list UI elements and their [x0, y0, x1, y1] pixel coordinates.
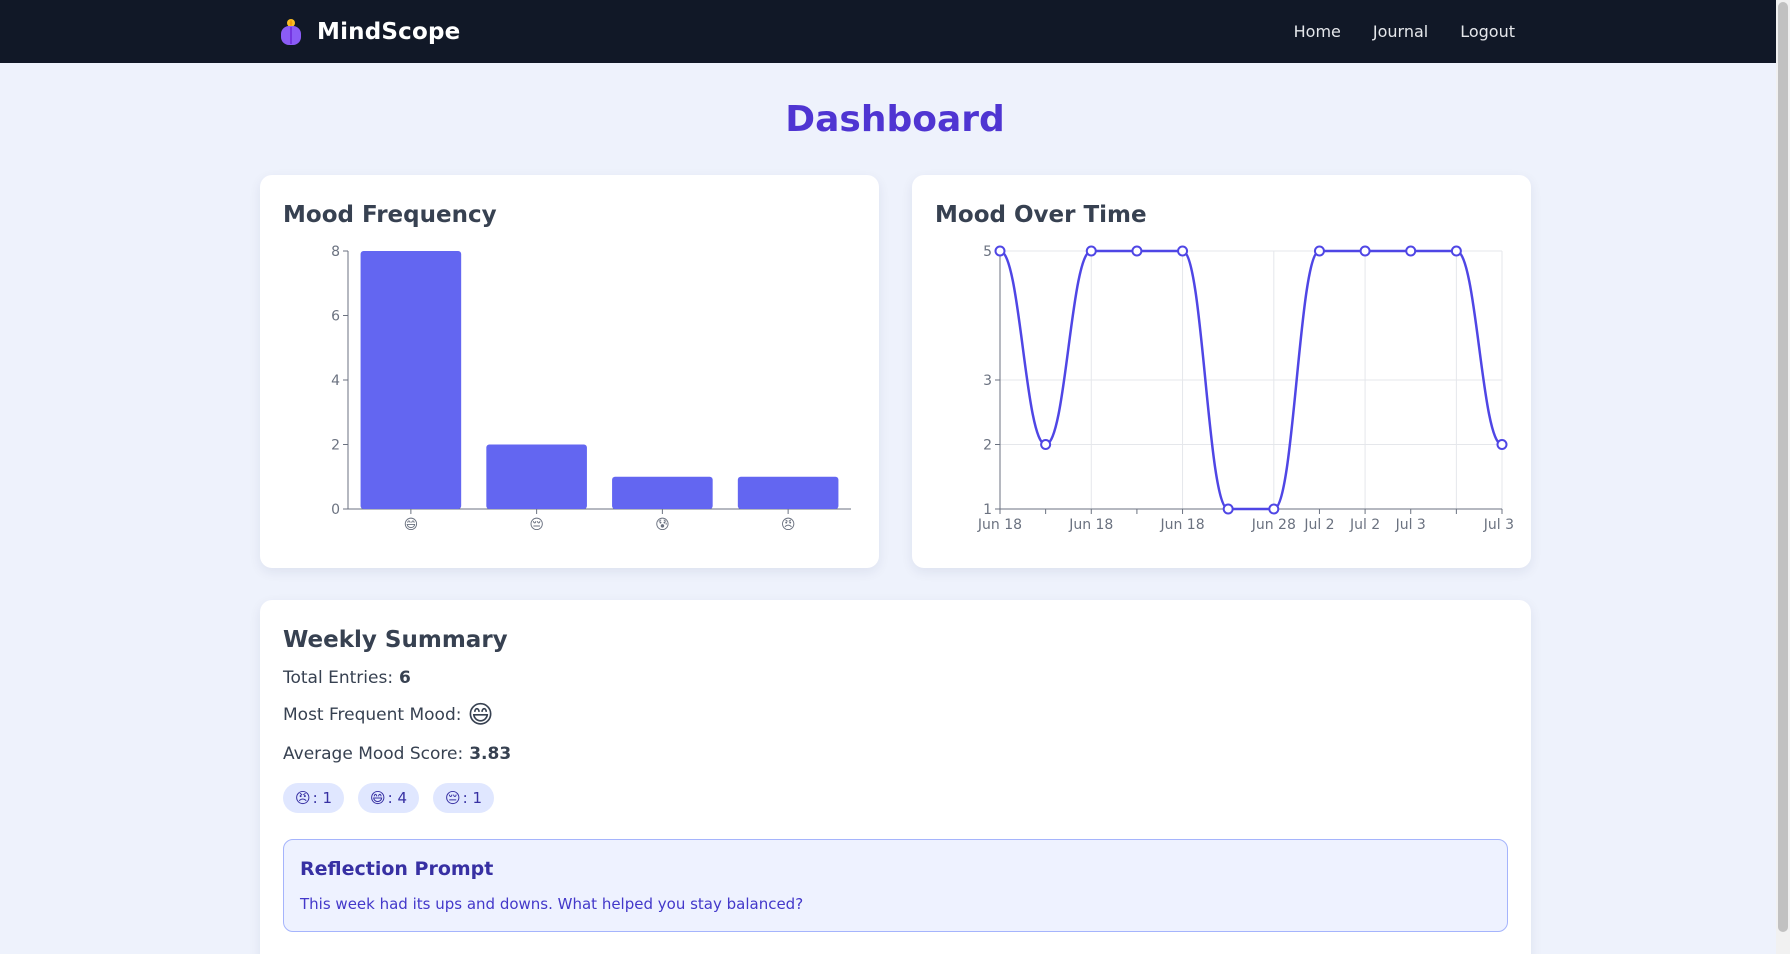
- mood-chip: 😠 : 1: [283, 783, 345, 813]
- data-point: [994, 245, 1006, 257]
- y-tick-label: 8: [331, 244, 340, 260]
- y-tick-label: 5: [983, 244, 992, 260]
- total-entries-value: 6: [399, 668, 411, 688]
- scrollbar[interactable]: [1776, 0, 1790, 954]
- data-point: [1131, 245, 1143, 257]
- brand-name: MindScope: [317, 18, 461, 45]
- reflection-prompt-text: This week had its ups and downs. What he…: [300, 895, 804, 913]
- mood-over-time-chart: 1 2 3 5 Jun 18 Jun 18 Jun 18 Jun 28 Jul 2 Jul 2 Ju…: [977, 244, 1514, 533]
- x-tick-label: Jun 18: [977, 517, 1022, 533]
- data-point: [1040, 439, 1052, 450]
- page-title: Dashboard: [785, 99, 1005, 140]
- x-tick-label: 😰: [655, 517, 670, 533]
- data-point: [1177, 245, 1189, 257]
- bar: [486, 444, 587, 509]
- mood-chip-emoji: 😄: [370, 789, 386, 807]
- y-tick-label: 1: [983, 502, 992, 518]
- most-frequent-mood-emoji: 😄: [467, 700, 494, 729]
- x-tick-label: Jul 2: [1349, 517, 1380, 533]
- y-tick-label: 2: [331, 438, 340, 454]
- x-tick-label: Jun 18: [1068, 517, 1113, 533]
- mood-frequency-card: Mood Frequency 0 2 4 6 8 😄 😔 😰 😠: [260, 175, 879, 568]
- mood-chip-count: : 4: [387, 789, 408, 807]
- weekly-summary-title: Weekly Summary: [283, 627, 508, 653]
- mood-chip-emoji: 😔: [445, 789, 461, 807]
- mood-chip-count: : 1: [312, 789, 333, 807]
- data-point: [1313, 245, 1325, 257]
- scrollbar-thumb[interactable]: [1778, 2, 1788, 932]
- y-tick-label: 2: [983, 438, 992, 454]
- mood-count-chips: 😠 : 1 😄 : 4 😔 : 1: [283, 783, 495, 813]
- average-mood-label: Average Mood Score:: [283, 744, 464, 764]
- data-point: [1085, 245, 1097, 257]
- data-point: [1268, 503, 1280, 515]
- top-navbar: MindScope Home Journal Logout: [0, 0, 1790, 63]
- total-entries-label: Total Entries:: [283, 668, 394, 688]
- x-tick-label: Jul 2: [1303, 517, 1334, 533]
- data-point: [1222, 503, 1234, 515]
- brain-logo-icon: [281, 18, 301, 45]
- x-tick-label: 😔: [529, 517, 544, 533]
- average-mood-value: 3.83: [469, 744, 512, 764]
- nav-link-logout[interactable]: Logout: [1460, 22, 1515, 41]
- y-tick-label: 4: [331, 373, 340, 389]
- mood-chip-emoji: 😠: [295, 789, 311, 807]
- data-point: [1496, 439, 1508, 450]
- reflection-prompt-title: Reflection Prompt: [300, 858, 494, 880]
- weekly-summary-card: Weekly Summary Total Entries: 6 Most Fre…: [260, 600, 1531, 954]
- nav-links: Home Journal Logout: [1294, 0, 1515, 63]
- x-tick-label: 😠: [781, 517, 796, 533]
- x-tick-label: Jun 18: [1159, 517, 1204, 533]
- x-tick-label: Jul 3: [1395, 517, 1426, 533]
- bar: [360, 251, 462, 509]
- bar: [737, 476, 839, 509]
- most-frequent-mood-label: Most Frequent Mood:: [283, 704, 462, 725]
- nav-link-journal[interactable]: Journal: [1373, 22, 1428, 41]
- x-tick-label: Jun 28: [1251, 517, 1296, 533]
- x-tick-label: 😄: [404, 517, 419, 533]
- mood-chip-count: : 1: [462, 789, 483, 807]
- mood-over-time-card: Mood Over Time 1 2 3 5 Jun 18 Jun 18 Jun 18 Jun…: [912, 175, 1531, 568]
- most-frequent-mood: Most Frequent Mood: 😄: [283, 702, 494, 727]
- y-tick-label: 6: [331, 309, 340, 325]
- brand[interactable]: MindScope: [278, 0, 460, 63]
- x-tick-label: Jul 3: [1483, 517, 1514, 533]
- mood-chip: 😔 : 1: [433, 783, 495, 813]
- average-mood-score: Average Mood Score: 3.83: [283, 744, 511, 764]
- mood-chip: 😄 : 4: [358, 783, 420, 813]
- data-point: [1405, 245, 1417, 257]
- data-point: [1359, 245, 1371, 257]
- mood-frequency-chart: 0 2 4 6 8 😄 😔 😰 😠: [331, 244, 851, 533]
- bar: [612, 476, 713, 509]
- y-tick-label: 3: [983, 373, 992, 389]
- y-tick-label: 0: [331, 502, 340, 518]
- total-entries: Total Entries: 6: [283, 668, 411, 688]
- nav-link-home[interactable]: Home: [1294, 22, 1341, 41]
- reflection-prompt-box: Reflection Prompt This week had its ups …: [283, 839, 1508, 932]
- data-point: [1450, 245, 1462, 257]
